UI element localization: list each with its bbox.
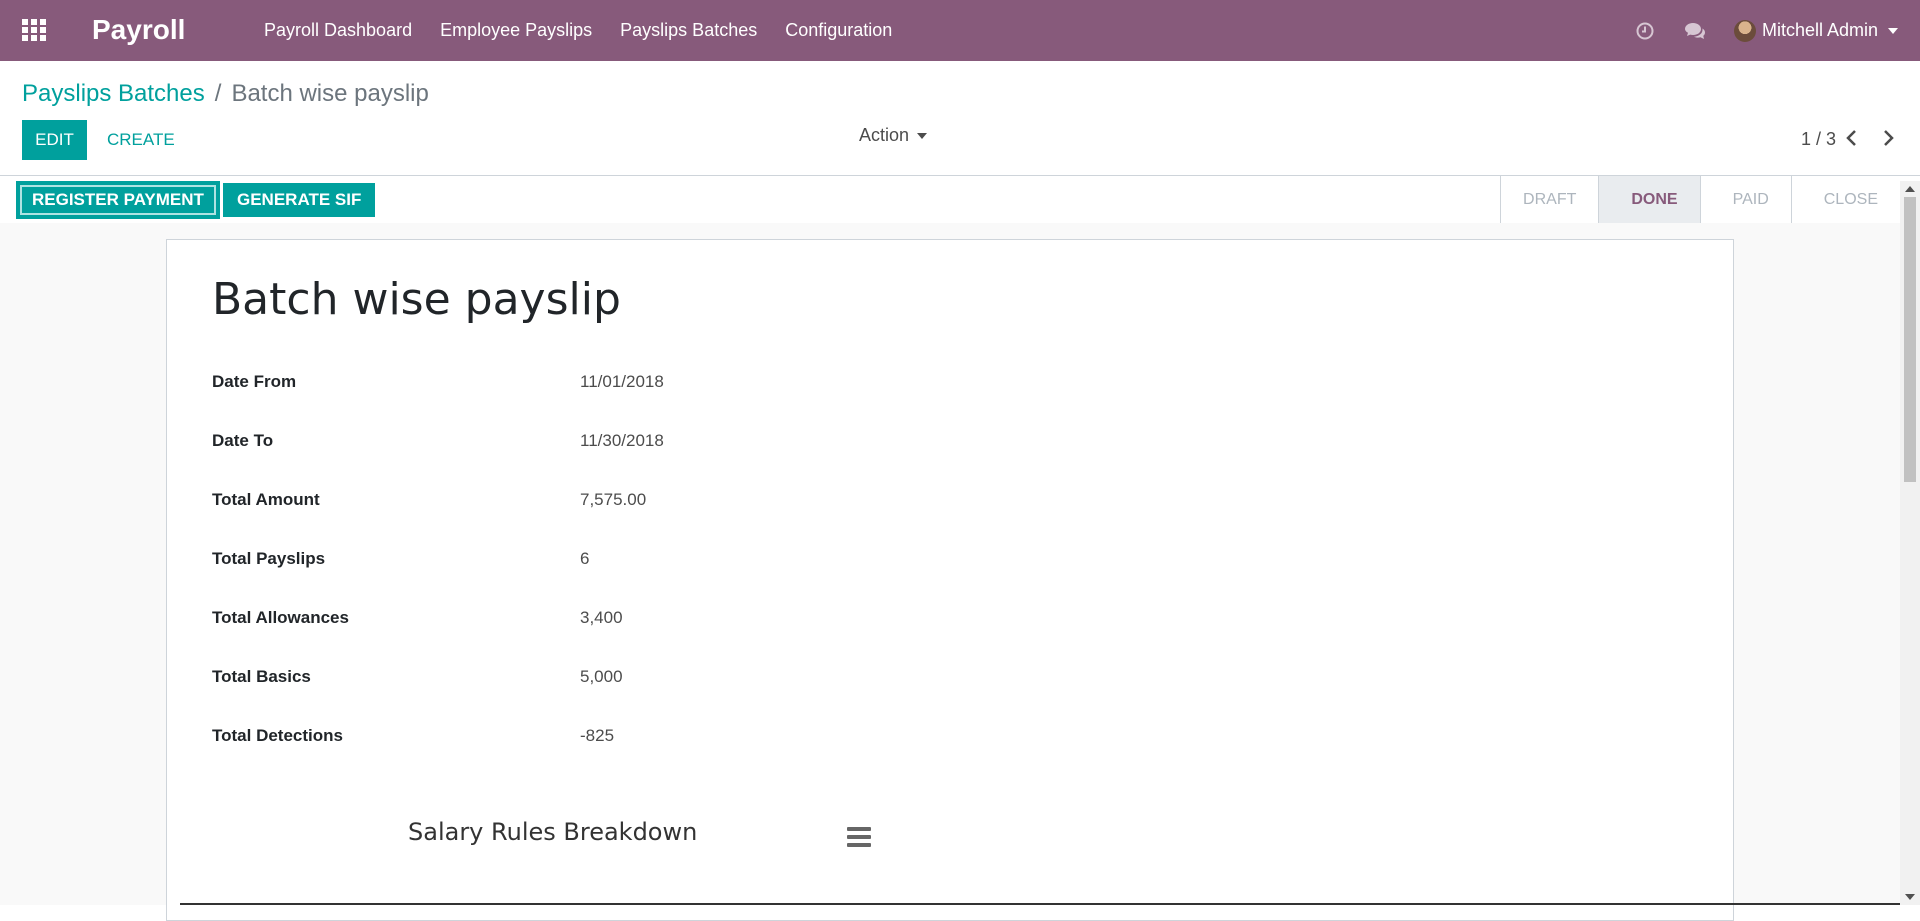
previous-record-button[interactable]: [1842, 128, 1862, 148]
action-label: Action: [859, 125, 910, 145]
breadcrumb: Payslips Batches / Batch wise payslip: [22, 80, 429, 108]
menu-configuration[interactable]: Configuration: [785, 20, 892, 41]
field-label-total-basics: Total Basics: [212, 667, 311, 686]
stage-close[interactable]: CLOSE: [1790, 176, 1900, 223]
app-name[interactable]: Payroll: [92, 14, 185, 46]
field-value-total-allowances: 3,400: [580, 608, 623, 627]
scroll-up-arrow-icon[interactable]: [1905, 186, 1915, 192]
main-menu: Payroll Dashboard Employee Payslips Pays…: [264, 0, 920, 61]
create-button[interactable]: CREATE: [95, 120, 187, 160]
chevron-left-icon: [1846, 130, 1856, 146]
field-value-total-amount: 7,575.00: [580, 490, 647, 509]
action-dropdown[interactable]: Action: [859, 125, 928, 146]
breadcrumb-parent[interactable]: Payslips Batches: [22, 80, 205, 107]
menu-payroll-dashboard[interactable]: Payroll Dashboard: [264, 20, 412, 41]
hamburger-menu-icon[interactable]: [847, 827, 871, 847]
breadcrumb-separator: /: [214, 80, 222, 107]
scroll-down-arrow-icon[interactable]: [1905, 894, 1915, 900]
stage-done[interactable]: DONE: [1598, 176, 1700, 223]
field-value-total-payslips: 6: [580, 549, 590, 568]
form-statusbar: REGISTER PAYMENT GENERATE SIF DRAFT DONE…: [0, 175, 1920, 224]
breadcrumb-current: Batch wise payslip: [231, 80, 429, 107]
field-value-date-to: 11/30/2018: [580, 431, 664, 450]
field-label-date-to: Date To: [212, 431, 274, 450]
next-record-button[interactable]: [1878, 128, 1898, 148]
avatar: [1733, 19, 1756, 42]
field-label-date-from: Date From: [212, 372, 297, 391]
chart-title: Salary Rules Breakdown: [408, 818, 698, 846]
clock-icon[interactable]: [1634, 20, 1656, 42]
top-navbar: Payroll Payroll Dashboard Employee Paysl…: [0, 0, 1920, 61]
field-label-total-amount: Total Amount: [212, 490, 320, 509]
edit-button[interactable]: EDIT: [22, 120, 87, 160]
user-menu[interactable]: Mitchell Admin: [1733, 19, 1898, 42]
menu-payslips-batches[interactable]: Payslips Batches: [620, 20, 757, 41]
scrollbar-thumb[interactable]: [1904, 197, 1916, 482]
chevron-right-icon: [1884, 130, 1894, 146]
page-title: Batch wise payslip: [212, 274, 621, 325]
field-value-total-basics: 5,000: [580, 667, 623, 686]
form-sheet: Batch wise payslip Date From 11/01/2018 …: [166, 239, 1734, 921]
stage-draft[interactable]: DRAFT: [1500, 176, 1598, 223]
scrollbar[interactable]: [1900, 181, 1920, 905]
chevron-down-icon: [917, 132, 928, 139]
navbar-right: Mitchell Admin: [1634, 0, 1920, 61]
chevron-down-icon: [1888, 27, 1898, 34]
field-label-total-detections: Total Detections: [212, 726, 343, 745]
field-value-date-from: 11/01/2018: [580, 372, 664, 391]
user-name: Mitchell Admin: [1761, 20, 1878, 40]
generate-sif-button[interactable]: GENERATE SIF: [223, 183, 376, 217]
apps-icon[interactable]: [22, 19, 46, 41]
field-label-total-allowances: Total Allowances: [212, 608, 349, 627]
pager-value: 1 / 3: [1800, 129, 1836, 149]
stage-paid[interactable]: PAID: [1699, 176, 1791, 223]
field-label-total-payslips: Total Payslips: [212, 549, 326, 568]
menu-employee-payslips[interactable]: Employee Payslips: [440, 20, 592, 41]
field-value-total-detections: -825: [580, 726, 615, 745]
register-payment-button[interactable]: REGISTER PAYMENT: [18, 183, 218, 217]
chat-icon[interactable]: [1684, 20, 1706, 42]
status-stages: DRAFT DONE PAID CLOSE: [1500, 176, 1900, 223]
